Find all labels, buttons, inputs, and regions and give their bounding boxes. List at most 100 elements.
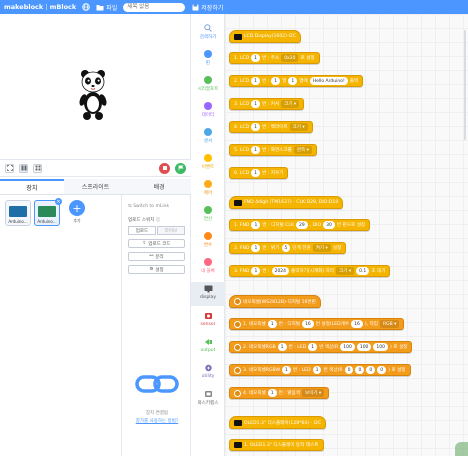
category-dot-icon [204,76,212,84]
category-sensor[interactable]: 센서 [191,128,225,144]
device-card-selected[interactable]: Arduino... × [34,198,62,226]
chip-icon [234,33,242,40]
device-card[interactable]: Arduino... [5,200,31,226]
category-dot-icon [204,154,212,162]
disconnect-button[interactable]: ⚯ 분리 [128,252,185,261]
neopixel-hat-block[interactable]: 네오픽셀(WS2812B)-디지털 16번핀 [229,295,321,308]
sensor-icon [204,313,212,319]
fnd-block-1[interactable]: 1. FND 1 번 : 디지털 CLK 29, DIO 30 번 핀으로 설정 [229,219,371,231]
category-control[interactable]: 제어 [191,180,225,196]
ring-icon [234,320,241,328]
arduino-board-icon [38,206,56,217]
category-dot-icon [204,102,212,110]
top-bar: makeblock|mBlock 파일 저장하기 [0,0,468,14]
gear-icon: ⚙ [149,267,154,272]
category-serial[interactable]: 시리얼포트 [191,76,225,92]
stage-canvas[interactable] [0,14,191,160]
chip-icon [234,199,242,206]
chip-icon [234,442,242,448]
category-sidebar: 검색하기 핀 시리얼포트 데이터 센서 이벤트 제어 연산 변수 내 블록 di… [191,14,225,456]
go-button[interactable] [175,162,186,174]
category-display[interactable]: display [191,282,225,306]
chip-icon [234,419,242,426]
category-variables[interactable]: 변수 [191,232,225,248]
settings-button[interactable]: ⚙ 설정 [128,265,185,274]
stop-button[interactable] [159,162,170,174]
panda-sprite[interactable] [79,69,107,121]
ring-icon [234,298,241,305]
utility-icon [204,364,212,372]
oled-hat-block[interactable]: OLED1.3" 디스플레이(128*64) - I2C [229,416,327,429]
lcd-block-1[interactable]: 1. LCD 1 번 : 주소 0x20 로 설정 [229,52,320,64]
neopixel-block-3[interactable]: 3. 네오픽셀RGBW 1 번 : LED 1 번 색상(R 0 0 0 0) 로 설정 [229,364,411,376]
lcd-block-4[interactable]: 4. LCD 1 번 : 백라이트 크기 ▾ [229,121,313,133]
connection-panel: ⇆ Switch to mLink 업로드 스위치 ⓘ 업로드 라이브 ⇪ 업로… [123,195,191,456]
category-wiskylabs[interactable]: 와스키랩스 [191,390,225,406]
grid-stage-button[interactable] [33,163,42,173]
lcd-hat-block[interactable]: LCD Display(1602)-I2C [229,30,302,43]
monitor-icon [204,285,212,293]
add-device-button[interactable]: + 추가 [64,200,90,226]
device-list: Arduino... Arduino... × + 추가 [0,195,122,456]
category-events[interactable]: 이벤트 [191,154,225,170]
category-my-blocks[interactable]: 내 블록 [191,258,225,274]
category-search[interactable]: 검색하기 [191,24,225,40]
fnd-block-2[interactable]: 2. FND 1 번 : 밝기 5 단계 전원 켜기 ▾ 설정 [229,242,347,254]
file-menu[interactable]: 파일 [96,3,117,12]
fnd-hat-block[interactable]: FND 4digit (TM1637) - CLK:D29, DIO:D10 [229,196,344,209]
editor-tabs: 장치 스프라이트 배경 [0,179,191,195]
block-palette[interactable]: LCD Display(1602)-I2C 1. LCD 1 번 : 주소 0x20 로… [225,14,468,456]
mode-label: 업로드 스위치 ⓘ [128,218,161,223]
fullscreen-button[interactable] [5,163,14,173]
stage-toolbar [0,160,191,177]
neopixel-block-1[interactable]: 1. 네오픽셀 1 번 : 디지털 16 번 설정(LED개수 16), 타입 RGB ▾ [229,318,405,330]
fnd-block-3[interactable]: 3. FND 1 번 :2024 출력하기(시계화) 자리 크기 ▾ 0.1 초 대기 [229,265,391,277]
mode-upload-button[interactable]: 업로드 [128,226,156,235]
category-operators[interactable]: 연산 [191,206,225,222]
save-button[interactable]: 저장하기 [191,3,223,12]
switch-mlink-link[interactable]: ⇆ Switch to mLink [128,204,185,209]
folder-icon [96,3,104,11]
app-logo: makeblock | mBlock [4,3,77,11]
category-dot-icon [204,128,212,136]
upload-code-button[interactable]: ⇪ 업로드 코드 [128,239,185,248]
small-stage-button[interactable] [19,163,28,173]
decorative-corner [455,442,468,456]
palette-scrollbar[interactable] [464,30,466,140]
plus-icon: + [69,200,85,216]
ring-icon [234,366,241,374]
category-utility[interactable]: utility [191,364,225,379]
tab-devices[interactable]: 장치 [0,179,64,194]
category-data[interactable]: 데이터 [191,102,225,118]
arduino-board-icon [9,206,27,217]
category-dot-icon [204,180,212,188]
category-dot-icon [204,50,212,58]
neopixel-block-4[interactable]: 4. 네오픽셀 1 번 : 밝음색 보이기 ▾ [229,387,330,399]
lcd-block-2[interactable]: 2. LCD 1 번 :1 열 1 행에 Hello Arduino! 출력 [229,75,364,87]
neopixel-block-2[interactable]: 2. 네오픽셀RGB 1 번 : LED 1 번 색상(R 100 100 100) 로 설정 [229,341,413,353]
save-icon [191,3,199,11]
category-sensor-ext[interactable]: sensor [191,312,225,327]
tab-backgrounds[interactable]: 배경 [127,179,191,194]
globe-icon[interactable] [82,3,90,11]
oled-block-1[interactable]: 1. OLED1.3" 디스플레이 동작 테스트 [229,439,324,451]
search-icon [204,24,212,32]
tab-sprites[interactable]: 스프라이트 [64,179,128,194]
link-icon [135,375,179,393]
ring-icon [234,343,241,351]
lcd-block-5[interactable]: 5. LCD 1 번 : 화면스크롤 왼쪽 ▾ [229,144,317,156]
category-pin[interactable]: 핀 [191,50,225,66]
mode-live-button[interactable]: 라이브 [157,226,185,235]
category-output[interactable]: output [191,338,225,353]
project-title-input[interactable] [123,2,186,12]
lcd-block-6[interactable]: 6. LCD 1 번 : 지우기 [229,167,289,179]
lcd-block-3[interactable]: 3. LCD 1 번 : 커서 크기 ▾ [229,98,305,110]
close-icon[interactable]: × [55,198,62,205]
stop-icon [162,166,167,170]
mode-toggle: 업로드 라이브 [128,226,185,235]
category-dot-icon [204,258,212,266]
category-dot-icon [204,232,212,240]
help-link[interactable]: 참가를 사용하는 방법? [123,418,191,424]
flag-icon [178,165,184,171]
extension-icon [204,391,212,397]
